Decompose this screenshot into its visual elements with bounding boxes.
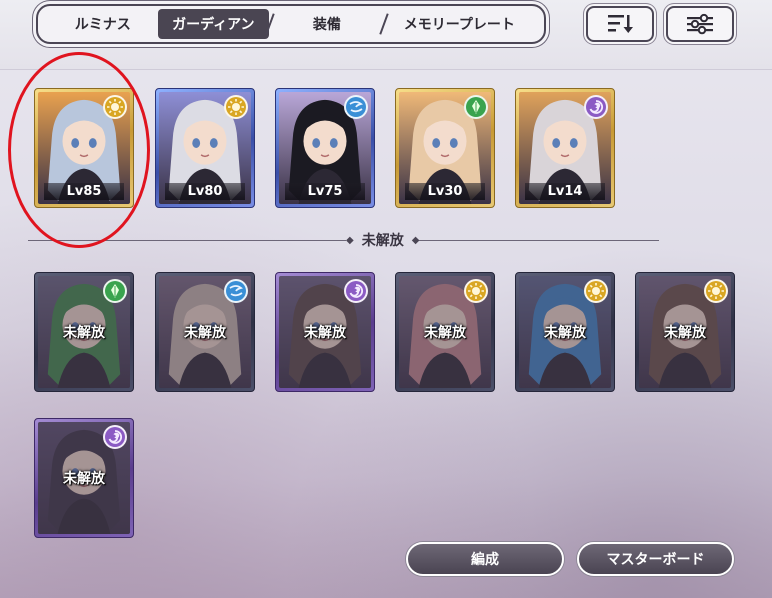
locked-guardian-card[interactable]: 未解放: [395, 272, 495, 392]
locked-guardian-card[interactable]: 未解放: [34, 418, 134, 538]
card-frame: 未解放: [159, 276, 251, 388]
locked-label: 未解放: [63, 325, 105, 341]
level-label: Lv30: [405, 183, 485, 200]
divider-ornament-right: ◆: [411, 234, 420, 246]
locked-guardian-card[interactable]: 未解放: [275, 272, 375, 392]
locked-label: 未解放: [184, 325, 226, 341]
wind-icon: [344, 95, 368, 119]
sort-descending-icon: [608, 15, 633, 33]
tab-equipment[interactable]: 装備: [271, 9, 383, 39]
locked-guardian-card[interactable]: 未解放: [515, 272, 615, 392]
category-tab-bar: ルミナス ガーディアン 装備 メモリープレート: [36, 4, 546, 44]
master-board-button[interactable]: マスターボード: [577, 542, 734, 576]
guardian-card[interactable]: Lv85: [34, 88, 134, 208]
tab-guardian[interactable]: ガーディアン: [157, 9, 270, 39]
card-frame: Lv30: [399, 92, 491, 204]
dark-spiral-icon: [344, 279, 368, 303]
tab-memory-plate[interactable]: メモリープレート: [385, 9, 534, 39]
card-frame: Lv14: [519, 92, 611, 204]
card-frame: Lv75: [279, 92, 371, 204]
card-frame: 未解放: [279, 276, 371, 388]
wind-icon: [224, 279, 248, 303]
divider-line-left: [28, 239, 346, 241]
card-frame: Lv85: [38, 92, 130, 204]
card-frame: 未解放: [38, 276, 130, 388]
card-frame: 未解放: [519, 276, 611, 388]
locked-label: 未解放: [63, 471, 105, 487]
divider-label: 未解放: [361, 233, 404, 249]
locked-label: 未解放: [304, 325, 346, 341]
formation-button[interactable]: 編成: [406, 542, 564, 576]
locked-label: 未解放: [544, 325, 586, 341]
locked-guardian-card[interactable]: 未解放: [34, 272, 134, 392]
locked-label: 未解放: [424, 325, 466, 341]
nature-icon: [103, 279, 127, 303]
sun-icon: [224, 95, 248, 119]
locked-section-divider: ◆ 未解放 ◆: [28, 230, 772, 250]
dark-spiral-icon: [103, 425, 127, 449]
locked-guardian-card[interactable]: 未解放: [635, 272, 735, 392]
divider-ornament-left: ◆: [346, 234, 354, 246]
guardian-card[interactable]: Lv30: [395, 88, 495, 208]
dark-spiral-icon: [584, 95, 608, 119]
sun-icon: [464, 279, 488, 303]
nature-icon: [464, 95, 488, 119]
card-frame: 未解放: [399, 276, 491, 388]
filter-sliders-icon: [687, 13, 713, 35]
sun-icon: [103, 95, 127, 119]
level-label: Lv85: [44, 183, 124, 200]
level-label: Lv75: [285, 183, 365, 200]
card-frame: 未解放: [639, 276, 731, 388]
tab-luminous[interactable]: ルミナス: [48, 9, 158, 39]
level-label: Lv80: [165, 183, 245, 200]
sort-button[interactable]: [586, 6, 654, 42]
guardian-card[interactable]: Lv75: [275, 88, 375, 208]
divider-line-right: [419, 239, 660, 241]
guardian-card[interactable]: Lv80: [155, 88, 255, 208]
card-frame: Lv80: [159, 92, 251, 204]
level-label: Lv14: [525, 183, 605, 200]
locked-guardian-card[interactable]: 未解放: [155, 272, 255, 392]
sun-icon: [704, 279, 728, 303]
guardian-card[interactable]: Lv14: [515, 88, 615, 208]
card-frame: 未解放: [38, 422, 130, 534]
locked-label: 未解放: [664, 325, 706, 341]
sun-icon: [584, 279, 608, 303]
filter-button[interactable]: [666, 6, 734, 42]
